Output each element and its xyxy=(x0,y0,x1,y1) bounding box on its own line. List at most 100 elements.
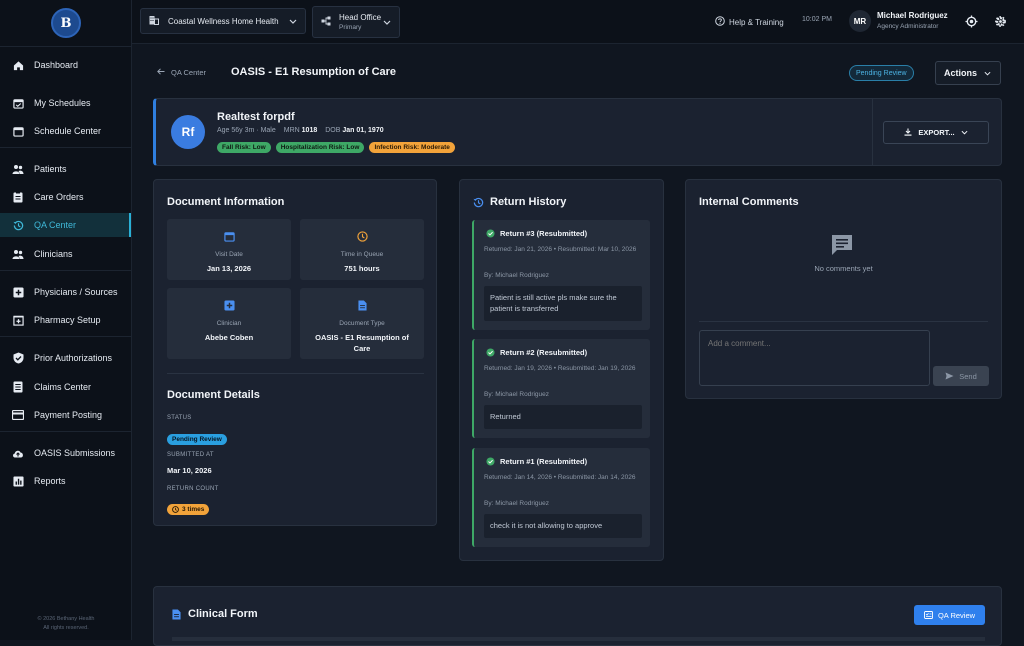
patient-avatar: Rf xyxy=(171,115,205,149)
return-history-card: Return History Return #3 (Resubmitted) R… xyxy=(459,179,664,561)
return-entry: Return #3 (Resubmitted) Returned: Jan 21… xyxy=(472,220,650,330)
internal-comments-title: Internal Comments xyxy=(699,196,799,208)
return-author: By: Michael Rodriguez xyxy=(484,272,550,279)
people-icon xyxy=(12,163,24,175)
sidebar-item-schedule-center[interactable]: Schedule Center xyxy=(0,119,131,143)
sidebar-item-reports[interactable]: Reports xyxy=(0,469,131,493)
clinician-tile: Clinician Abebe Coben xyxy=(167,288,291,359)
sidebar-item-payment-posting[interactable]: Payment Posting xyxy=(0,403,131,427)
no-comments-text: No comments yet xyxy=(814,264,873,273)
sidebar-item-care-orders[interactable]: Care Orders xyxy=(0,185,131,209)
user-role: Agency Administrator xyxy=(877,23,939,30)
bar-chart-icon xyxy=(12,475,24,487)
time-in-queue-tile: Time in Queue 751 hours xyxy=(300,219,424,280)
checklist-icon xyxy=(923,611,933,619)
back-link[interactable]: QA Center xyxy=(157,68,206,77)
sidebar-item-dashboard[interactable]: Dashboard xyxy=(0,53,131,77)
cloud-upload-icon xyxy=(12,447,24,459)
organization-name: Coastal Wellness Home Health xyxy=(168,16,279,26)
return-title-text: Return #3 (Resubmitted) xyxy=(500,229,588,238)
sidebar-item-label: Care Orders xyxy=(34,192,84,202)
chevron-down-icon xyxy=(961,128,968,137)
return-note: check it is not allowing to approve xyxy=(484,514,642,538)
target-icon[interactable] xyxy=(965,15,978,33)
comment-input[interactable] xyxy=(699,330,930,386)
chevron-down-icon xyxy=(984,68,991,78)
actions-label: Actions xyxy=(944,68,978,78)
check-circle-icon xyxy=(486,348,495,357)
sidebar-item-physicians-sources[interactable]: Physicians / Sources xyxy=(0,280,131,304)
sidebar-item-my-schedules[interactable]: My Schedules xyxy=(0,91,131,115)
clock-icon xyxy=(172,506,179,513)
status-value: Pending Review xyxy=(167,434,227,445)
tile-label: Document Type xyxy=(339,320,385,327)
divider xyxy=(0,270,132,271)
sidebar-item-label: Payment Posting xyxy=(34,410,103,420)
return-author: By: Michael Rodriguez xyxy=(484,391,550,398)
actions-button[interactable]: Actions xyxy=(935,61,1001,85)
calendar-icon xyxy=(12,125,24,137)
form-content-edge xyxy=(172,637,985,641)
send-label: Send xyxy=(959,371,977,381)
building-icon xyxy=(149,15,159,27)
help-training-link[interactable]: Help & Training xyxy=(715,16,784,28)
office-subtitle: Primary xyxy=(339,24,362,31)
qa-review-button[interactable]: QA Review xyxy=(914,605,985,625)
return-title-text: Return #1 (Resubmitted) xyxy=(500,457,588,466)
patient-dob: DOB Jan 01, 1970 xyxy=(325,127,383,134)
risk-badges: Fall Risk: Low Hospitalization Risk: Low… xyxy=(217,142,455,153)
sidebar-item-label: Patients xyxy=(34,164,67,174)
home-icon xyxy=(12,59,24,71)
brand-logo[interactable]: B xyxy=(51,8,81,38)
sidebar-item-label: My Schedules xyxy=(34,98,91,108)
shield-check-icon xyxy=(12,352,24,364)
sidebar-item-clinicians[interactable]: Clinicians xyxy=(0,242,131,266)
back-link-label: QA Center xyxy=(171,68,207,77)
mrn-value: 1018 xyxy=(301,127,318,134)
sidebar-item-label: OASIS Submissions xyxy=(34,448,116,458)
sidebar-item-oasis-submissions[interactable]: OASIS Submissions xyxy=(0,441,131,465)
patient-card: Rf Realtest forpdf Age 56y 3m · Male MRN… xyxy=(153,98,1002,166)
patient-age-sex: Age 56y 3m · Male xyxy=(217,127,276,134)
submitted-value: Mar 10, 2026 xyxy=(167,466,212,475)
organization-selector[interactable]: Coastal Wellness Home Health xyxy=(140,8,306,34)
help-circle-icon xyxy=(715,16,725,28)
qa-review-label: QA Review xyxy=(937,610,976,620)
return-history-title: Return History xyxy=(473,196,566,208)
medical-plus-icon xyxy=(167,298,291,316)
sidebar-item-label: Clinicians xyxy=(34,249,73,259)
tile-value: Jan 13, 2026 xyxy=(206,264,252,273)
avatar[interactable]: MR xyxy=(849,10,871,32)
send-button[interactable]: Send xyxy=(933,366,989,386)
sidebar-item-prior-authorizations[interactable]: Prior Authorizations xyxy=(0,346,131,370)
export-button[interactable]: EXPORT... xyxy=(883,121,989,144)
patient-meta: Age 56y 3m · Male MRN 1018 DOB Jan 01, 1… xyxy=(217,127,384,134)
tile-label: Clinician xyxy=(216,320,242,327)
sidebar-item-patients[interactable]: Patients xyxy=(0,157,131,181)
chevron-down-icon xyxy=(289,17,297,26)
user-menu[interactable]: Michael Rodriguez Agency Administrator xyxy=(877,11,948,30)
document-details-title: Document Details xyxy=(167,389,260,401)
sidebar-item-pharmacy-setup[interactable]: Pharmacy Setup xyxy=(0,308,131,332)
sidebar-item-claims-center[interactable]: Claims Center xyxy=(0,375,131,399)
return-author: By: Michael Rodriguez xyxy=(484,500,550,507)
logo-letter: B xyxy=(60,15,72,31)
document-information-title: Document Information xyxy=(167,196,285,208)
infection-risk-badge: Infection Risk: Moderate xyxy=(369,142,455,153)
return-count-label: RETURN COUNT xyxy=(167,486,219,492)
sidebar-item-label: QA Center xyxy=(34,220,77,230)
status-badge: Pending Review xyxy=(849,65,914,81)
sidebar-item-label: Reports xyxy=(34,476,66,486)
fall-risk-badge: Fall Risk: Low xyxy=(217,142,271,153)
return-meta: Returned: Jan 21, 2026 • Resubmitted: Ma… xyxy=(484,246,637,253)
copyright: © 2026 Bethany Health All rights reserve… xyxy=(0,615,132,633)
chevron-down-icon xyxy=(383,18,391,27)
clinical-form-card: Clinical Form QA Review xyxy=(153,586,1002,646)
sidebar-item-label: Pharmacy Setup xyxy=(34,315,101,325)
return-title-text: Return #2 (Resubmitted) xyxy=(500,348,588,357)
sidebar-item-qa-center[interactable]: QA Center xyxy=(0,213,131,237)
office-selector[interactable]: Head Office Primary xyxy=(312,6,400,38)
document-list-icon xyxy=(12,381,24,393)
gear-icon[interactable] xyxy=(994,15,1007,33)
return-entry-title: Return #2 (Resubmitted) xyxy=(486,348,587,357)
